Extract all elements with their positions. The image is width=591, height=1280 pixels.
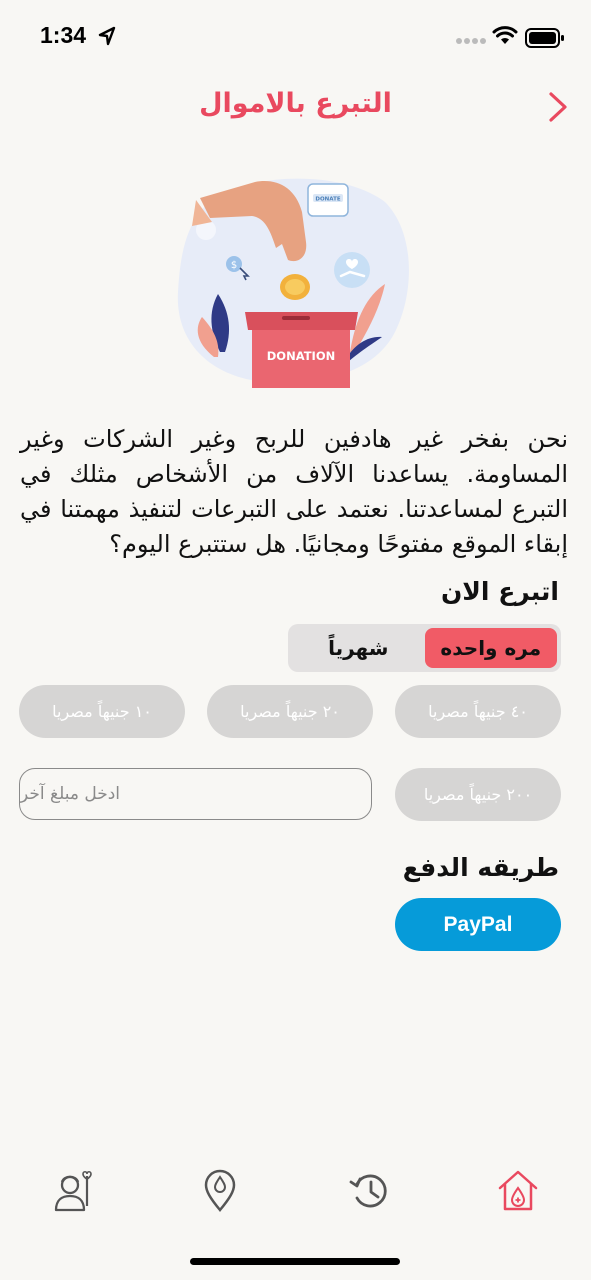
signal-icon [456, 38, 486, 44]
frequency-monthly-option[interactable]: شهرياً [292, 628, 425, 668]
chevron-right-icon[interactable] [543, 90, 573, 124]
frequency-once-option[interactable]: مره واحده [424, 628, 557, 668]
amount-10-button[interactable]: ١٠ جنيهاً مصريا [19, 685, 185, 738]
status-bar: 1:34 [0, 0, 591, 76]
donation-illustration: DONATE $ DONATION [177, 178, 409, 388]
amount-200-button[interactable]: ٢٠٠ جنيهاً مصريا [395, 768, 561, 821]
wifi-icon [492, 26, 518, 44]
amount-40-button[interactable]: ٤٠ جنيهاً مصريا [395, 685, 561, 738]
location-arrow-icon [98, 26, 116, 46]
home-indicator [190, 1258, 400, 1265]
donate-now-title: اتبرع الان [440, 577, 559, 606]
svg-text:$: $ [231, 260, 237, 271]
profile-icon[interactable] [52, 1168, 96, 1214]
paypal-button[interactable]: PayPal [395, 898, 561, 951]
custom-amount-input[interactable]: ادخل مبلغ آخر [19, 768, 372, 820]
page-title: التبرع بالاموال [199, 88, 392, 119]
home-icon[interactable] [496, 1168, 540, 1214]
history-icon[interactable] [348, 1168, 392, 1214]
donate-tag-text: DONATE [315, 197, 340, 203]
amount-20-button[interactable]: ٢٠ جنيهاً مصريا [207, 685, 373, 738]
battery-icon [525, 28, 564, 48]
status-time: 1:34 [40, 22, 87, 48]
intro-text: نحن بفخر غير هادفين للربح وغير الشركات و… [20, 425, 568, 558]
payment-method-title: طريقه الدفع [402, 853, 559, 882]
donation-box-label: DONATION [267, 349, 335, 363]
frequency-segmented-control: مره واحده شهرياً [288, 624, 561, 672]
location-icon[interactable] [198, 1168, 242, 1214]
